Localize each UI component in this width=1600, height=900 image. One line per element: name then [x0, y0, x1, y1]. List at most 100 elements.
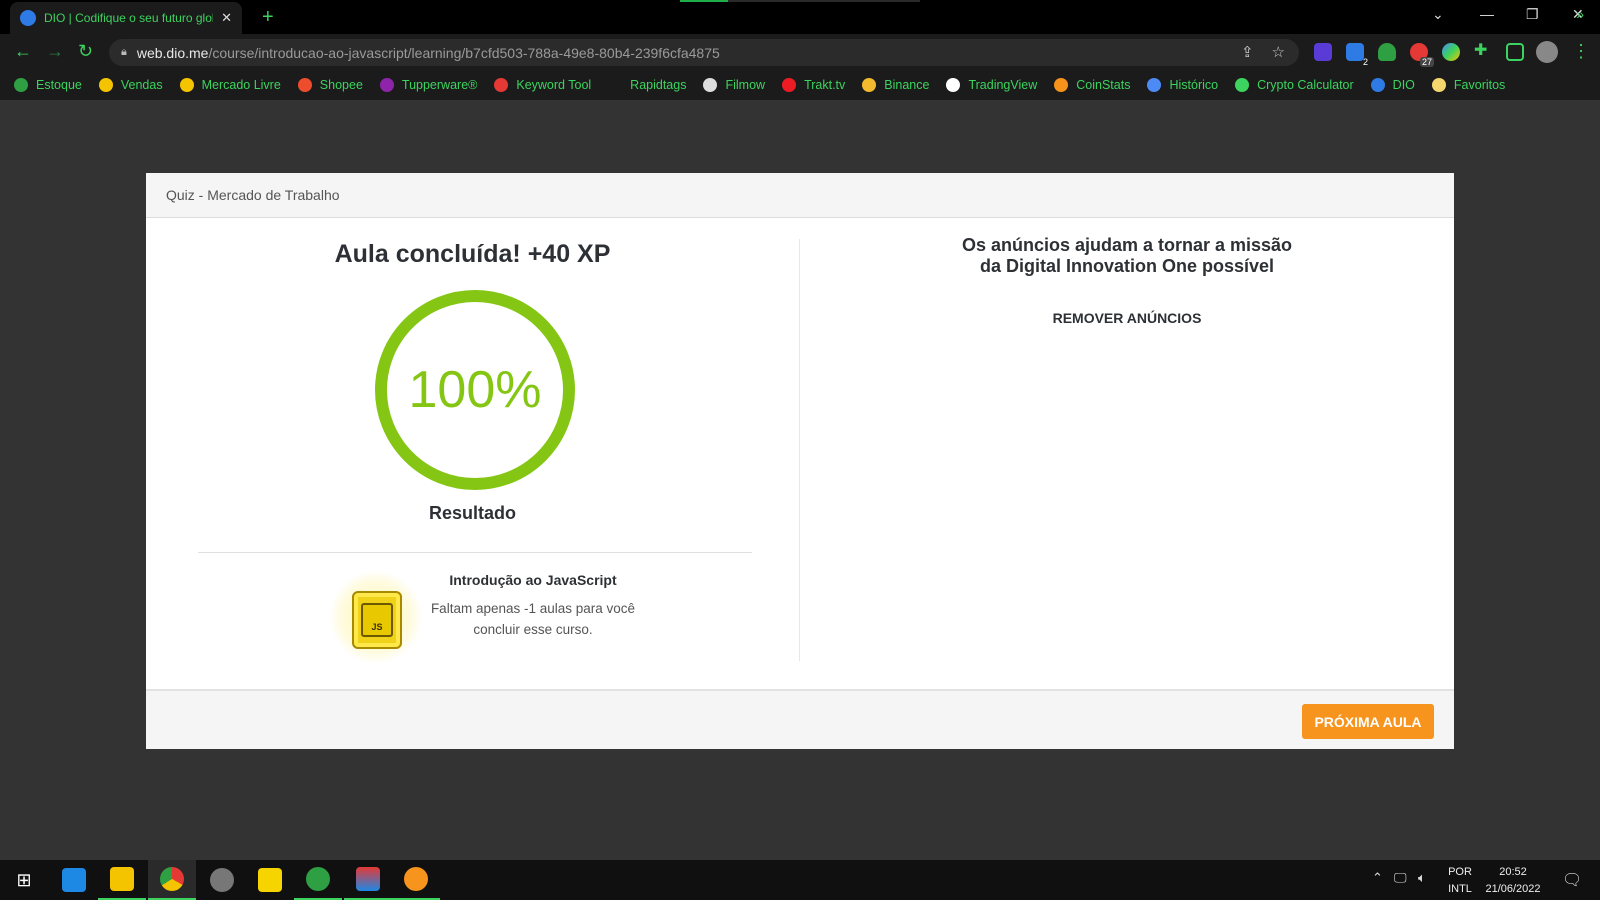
- browser-tab-active[interactable]: DIO | Codifique o seu futuro global ✕: [10, 2, 242, 34]
- bookmark-item[interactable]: Tupperware®: [379, 78, 478, 92]
- bookmark-label: Keyword Tool: [516, 78, 592, 92]
- bookmark-item[interactable]: Vendas: [98, 78, 163, 92]
- bookmark-item[interactable]: Estoque: [14, 78, 82, 92]
- bookmark-label: Binance: [884, 78, 930, 92]
- bookmark-item[interactable]: Mercado Livre: [179, 78, 281, 92]
- bookmark-item[interactable]: Histórico: [1147, 78, 1218, 92]
- course-name: Introdução ao JavaScript: [449, 572, 617, 588]
- bookmark-item[interactable]: Favoritos: [1431, 78, 1506, 92]
- xbox-app-icon[interactable]: [294, 860, 342, 900]
- bookmark-item[interactable]: Keyword Tool: [494, 78, 591, 92]
- lock-icon[interactable]: 🔒︎: [121, 46, 127, 59]
- address-bar[interactable]: 🔒︎ web.dio.me/course/introducao-ao-javas…: [109, 39, 1299, 66]
- dio-favicon-icon: [20, 10, 36, 26]
- bookmark-label: Favoritos: [1453, 78, 1506, 92]
- puzzle-icon[interactable]: ✚: [1474, 40, 1492, 59]
- bookmark-label: TradingView: [968, 78, 1038, 92]
- bookmark-label: Filmow: [725, 78, 766, 92]
- tab-search-icon[interactable]: ⌄: [1432, 6, 1444, 23]
- bookmark-label: Vendas: [120, 78, 163, 92]
- chrome-taskbar-icon[interactable]: [148, 860, 196, 900]
- keyboard-layout: INTL: [1448, 883, 1472, 895]
- bookmark-favicon-icon: [297, 78, 312, 92]
- new-tab-button[interactable]: +: [262, 6, 274, 29]
- mail-app-icon[interactable]: [50, 860, 98, 900]
- sticky-notes-icon[interactable]: [246, 860, 294, 900]
- bookmark-label: Tupperware®: [401, 78, 478, 92]
- bookmark-favicon-icon: [1054, 78, 1069, 92]
- photo-app-icon[interactable]: [392, 860, 440, 900]
- url-host: web.dio.me: [136, 44, 209, 61]
- bookmark-item[interactable]: Rapidtags: [608, 78, 686, 92]
- bookmark-favicon-icon: [98, 78, 113, 92]
- browser-toolbar: ← → ↻ 🔒︎ web.dio.me/course/introducao-ao…: [0, 34, 1600, 70]
- clock-time: 20:52: [1499, 866, 1527, 878]
- side-panel-icon[interactable]: [1506, 43, 1524, 61]
- bookmark-favicon-icon: [494, 78, 509, 92]
- snipping-tool-icon[interactable]: [344, 860, 392, 900]
- card-header: Quiz - Mercado de Trabalho: [146, 173, 1454, 218]
- extension-notification-count: 27: [1419, 57, 1434, 67]
- divider: [198, 552, 752, 553]
- menu-dots-icon[interactable]: ⋮: [1572, 41, 1590, 62]
- back-arrow-icon[interactable]: ←: [14, 41, 32, 62]
- bookmark-label: Trakt.tv: [804, 78, 846, 92]
- bookmark-item[interactable]: DIO: [1370, 78, 1415, 92]
- colorful-extension-icon[interactable]: [1442, 43, 1460, 61]
- bookmark-item[interactable]: Trakt.tv: [782, 78, 845, 92]
- tray-chevron-icon[interactable]: ⌃: [1372, 870, 1383, 886]
- remove-ads-link[interactable]: REMOVER ANÚNCIOS: [800, 310, 1454, 326]
- profile-avatar[interactable]: [1536, 41, 1558, 63]
- bookmark-favicon-icon: [703, 78, 718, 92]
- browser-tab-bar: DIO | Codifique o seu futuro global ✕ + …: [0, 0, 1600, 34]
- extension-notifications-icon[interactable]: 27: [1410, 43, 1434, 67]
- bookmarks-more-icon[interactable]: »: [1576, 6, 1584, 22]
- extension-download-icon[interactable]: [1314, 43, 1332, 61]
- notifications-icon[interactable]: 🗨︎: [1562, 870, 1582, 890]
- bookmark-item[interactable]: TradingView: [946, 78, 1037, 92]
- shield-icon[interactable]: [1378, 43, 1396, 61]
- windows-start-icon[interactable]: ⊞: [0, 860, 48, 900]
- bookmark-star-icon[interactable]: ☆: [1272, 43, 1285, 61]
- card-footer: PRÓXIMA AULA: [146, 689, 1454, 749]
- input-language[interactable]: POR INTL: [1442, 864, 1478, 898]
- bookmark-label: DIO: [1392, 78, 1415, 92]
- language-code: POR: [1448, 866, 1472, 878]
- bookmark-item[interactable]: Shopee: [297, 78, 363, 92]
- completion-title: Aula concluída! +40 XP: [334, 240, 611, 268]
- progress-percent: 100%: [408, 361, 542, 419]
- clock[interactable]: 20:52 21/06/2022: [1478, 864, 1548, 898]
- volume-icon[interactable]: 🔈︎: [1418, 870, 1426, 886]
- bookmark-item[interactable]: Filmow: [703, 78, 765, 92]
- bookmark-item[interactable]: CoinStats: [1054, 78, 1130, 92]
- forward-arrow-icon[interactable]: →: [46, 41, 64, 62]
- tab-close-icon[interactable]: ✕: [221, 10, 232, 26]
- bookmark-label: Estoque: [36, 78, 82, 92]
- tab-strip-indicator-fill: [680, 0, 728, 2]
- bookmark-item[interactable]: Binance: [862, 78, 929, 92]
- bookmark-favicon-icon: [1370, 78, 1385, 92]
- next-lesson-button[interactable]: PRÓXIMA AULA: [1302, 704, 1434, 739]
- minimize-icon[interactable]: —: [1480, 6, 1494, 22]
- utility-app-icon[interactable]: [198, 860, 246, 900]
- reload-icon[interactable]: ↻: [78, 41, 93, 62]
- bookmark-item[interactable]: Crypto Calculator: [1235, 78, 1354, 92]
- bookmark-label: Shopee: [319, 78, 363, 92]
- javascript-course-badge-icon: JS: [352, 591, 402, 649]
- extension-badge-icon[interactable]: 2: [1346, 43, 1368, 67]
- badge-js-label: JS: [361, 603, 393, 637]
- course-remaining-text: Faltam apenas -1 aulas para você conclui…: [430, 601, 636, 637]
- bookmark-favicon-icon: [1431, 78, 1446, 92]
- restore-icon[interactable]: ❐: [1526, 6, 1539, 23]
- bookmark-favicon-icon: [179, 78, 194, 92]
- extension-badge-count: 2: [1362, 57, 1368, 67]
- network-icon[interactable]: 🖵︎: [1394, 870, 1407, 886]
- result-panel: Aula concluída! +40 XP 100% Resultado JS…: [146, 218, 799, 673]
- bookmarks-bar: Estoque Vendas Mercado Livre Shopee Tupperwa…: [0, 70, 1600, 100]
- clock-date: 21/06/2022: [1485, 883, 1541, 895]
- bookmark-label: Crypto Calculator: [1257, 78, 1354, 92]
- lesson-complete-card: Quiz - Mercado de Trabalho Aula concluíd…: [146, 173, 1454, 749]
- file-explorer-icon[interactable]: [98, 860, 146, 900]
- share-icon[interactable]: ⇪: [1241, 43, 1254, 61]
- quiz-title: Quiz - Mercado de Trabalho: [166, 187, 340, 203]
